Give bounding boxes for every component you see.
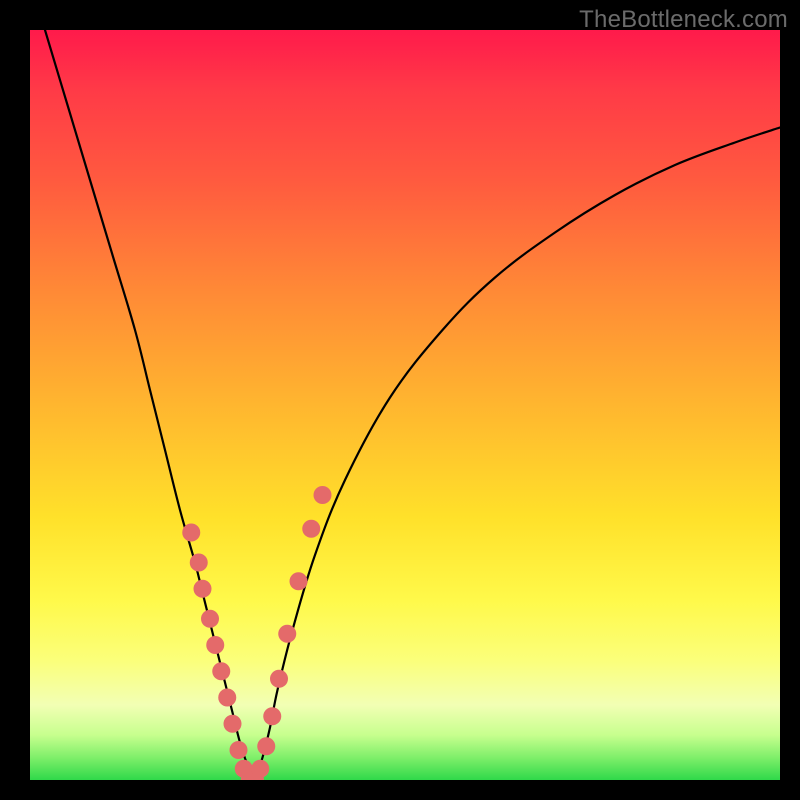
marker-dot [290, 572, 308, 590]
marker-dot [182, 524, 200, 542]
marker-dot [201, 610, 219, 628]
marker-dot [206, 636, 224, 654]
marker-dot [190, 554, 208, 572]
right-curve [255, 128, 780, 781]
marker-dot [314, 486, 332, 504]
marker-dot [251, 760, 269, 778]
marker-dot [224, 715, 242, 733]
marker-dot [194, 580, 212, 598]
marker-dots [182, 486, 331, 780]
plot-area [30, 30, 780, 780]
marker-dot [302, 520, 320, 538]
marker-dot [263, 707, 281, 725]
marker-dot [278, 625, 296, 643]
marker-dot [230, 741, 248, 759]
outer-frame: TheBottleneck.com [0, 0, 800, 800]
marker-dot [212, 662, 230, 680]
marker-dot [218, 689, 236, 707]
chart-svg [30, 30, 780, 780]
marker-dot [270, 670, 288, 688]
marker-dot [257, 737, 275, 755]
